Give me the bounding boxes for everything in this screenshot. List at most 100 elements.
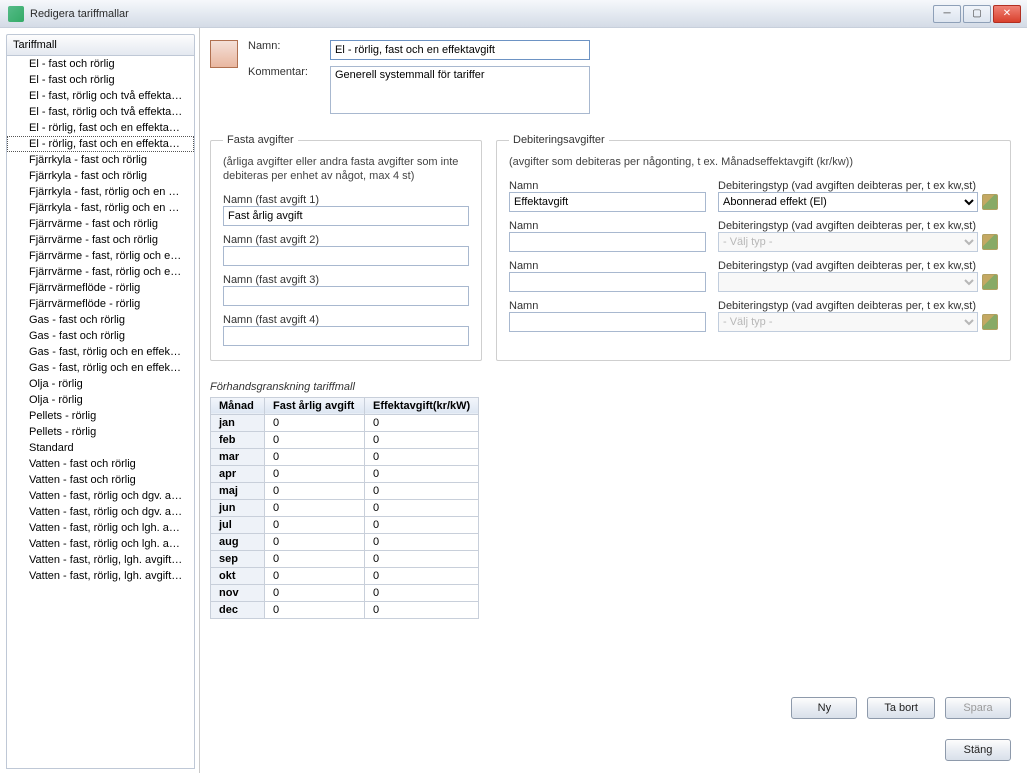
tariff-list-item[interactable]: Gas - fast, rörlig och en effekta...: [7, 360, 194, 376]
preview-month-cell: jan: [211, 414, 265, 431]
tariff-list-item[interactable]: Vatten - fast, rörlig, lgh. avgift o...: [7, 568, 194, 584]
debit-type-label: Debiteringstyp (vad avgiften deibteras p…: [718, 220, 976, 232]
tariff-list-item[interactable]: Gas - fast och rörlig: [7, 312, 194, 328]
fixed-fee2-input[interactable]: [223, 246, 469, 266]
wand-icon[interactable]: [982, 234, 998, 250]
preview-value-cell: 0: [265, 567, 365, 584]
tariff-list-item[interactable]: El - fast, rörlig och två effektav...: [7, 104, 194, 120]
debit-type-label: Debiteringstyp (vad avgiften deibteras p…: [718, 300, 976, 312]
fixed-fee4-input[interactable]: [223, 326, 469, 346]
tariff-list-item[interactable]: Fjärrkyla - fast och rörlig: [7, 152, 194, 168]
tariff-list-item[interactable]: Fjärrvärme - fast och rörlig: [7, 216, 194, 232]
minimize-button[interactable]: ─: [933, 5, 961, 23]
preview-month-cell: mar: [211, 448, 265, 465]
new-button[interactable]: Ny: [791, 697, 857, 719]
sidebar-header[interactable]: Tariffmall: [6, 34, 195, 56]
title-bar: Redigera tariffmallar ─ ▢ ✕: [0, 0, 1027, 28]
preview-month-cell: sep: [211, 550, 265, 567]
preview-col-header[interactable]: Fast årlig avgift: [265, 397, 365, 414]
tariff-list-item[interactable]: Pellets - rörlig: [7, 424, 194, 440]
fixed-fees-desc: (årliga avgifter eller andra fasta avgif…: [223, 156, 469, 184]
tariff-list-item[interactable]: Olja - rörlig: [7, 392, 194, 408]
tariff-list-item[interactable]: Gas - fast och rörlig: [7, 328, 194, 344]
save-button[interactable]: Spara: [945, 697, 1011, 719]
fixed-fees-group: Fasta avgifter (årliga avgifter eller an…: [210, 134, 482, 361]
fixed-fee1-input[interactable]: [223, 206, 469, 226]
window-title: Redigera tariffmallar: [30, 8, 931, 20]
debit-name-input[interactable]: [509, 272, 706, 292]
close-dialog-button[interactable]: Stäng: [945, 739, 1011, 761]
tariff-list-item[interactable]: Gas - fast, rörlig och en effekta...: [7, 344, 194, 360]
debit-type-select[interactable]: Abonnerad effekt (El): [718, 192, 978, 212]
tariff-list-item[interactable]: Fjärrkyla - fast och rörlig: [7, 168, 194, 184]
preview-value-cell: 0: [365, 465, 479, 482]
tariff-list-item[interactable]: Vatten - fast, rörlig och dgv. av...: [7, 488, 194, 504]
wand-icon[interactable]: [982, 194, 998, 210]
preview-value-cell: 0: [365, 516, 479, 533]
close-button[interactable]: ✕: [993, 5, 1021, 23]
tariff-list-item[interactable]: Vatten - fast och rörlig: [7, 472, 194, 488]
tariff-list-item[interactable]: Fjärrvärmeflöde - rörlig: [7, 296, 194, 312]
tariff-list-item[interactable]: Vatten - fast, rörlig och dgv. av...: [7, 504, 194, 520]
name-input[interactable]: [330, 40, 590, 60]
preview-value-cell: 0: [365, 567, 479, 584]
tariff-list-item[interactable]: El - fast och rörlig: [7, 56, 194, 72]
debit-type-select[interactable]: - Välj typ -: [718, 232, 978, 252]
app-icon: [8, 6, 24, 22]
preview-value-cell: 0: [365, 533, 479, 550]
debit-name-input[interactable]: [509, 232, 706, 252]
preview-value-cell: 0: [365, 584, 479, 601]
comment-input[interactable]: Generell systemmall för tariffer: [330, 66, 590, 114]
tariff-list-item[interactable]: Vatten - fast, rörlig, lgh. avgift o...: [7, 552, 194, 568]
fixed-fee2-label: Namn (fast avgift 2): [223, 234, 319, 246]
preview-row: dec00: [211, 601, 479, 618]
tariff-list-item[interactable]: Pellets - rörlig: [7, 408, 194, 424]
debit-name-label: Namn: [509, 220, 538, 232]
preview-value-cell: 0: [265, 550, 365, 567]
fixed-fee3-input[interactable]: [223, 286, 469, 306]
debit-fee-row: Namn Debiteringstyp (vad avgiften deibter…: [509, 300, 998, 332]
debit-name-label: Namn: [509, 300, 538, 312]
preview-row: maj00: [211, 482, 479, 499]
tariff-list-item[interactable]: Olja - rörlig: [7, 376, 194, 392]
preview-month-cell: apr: [211, 465, 265, 482]
tariff-list-item[interactable]: Vatten - fast, rörlig och lgh. avgift: [7, 536, 194, 552]
tariff-list-item[interactable]: Standard: [7, 440, 194, 456]
tariff-list[interactable]: El - fast och rörligEl - fast och rörlig…: [6, 56, 195, 769]
preview-row: apr00: [211, 465, 479, 482]
preview-col-header[interactable]: Effektavgift(kr/kW): [365, 397, 479, 414]
tariff-list-item[interactable]: El - fast och rörlig: [7, 72, 194, 88]
tariff-list-item[interactable]: Fjärrvärmeflöde - rörlig: [7, 280, 194, 296]
tariff-list-item[interactable]: Fjärrvärme - fast, rörlig och en ...: [7, 248, 194, 264]
wand-icon[interactable]: [982, 314, 998, 330]
debit-name-input[interactable]: [509, 312, 706, 332]
maximize-button[interactable]: ▢: [963, 5, 991, 23]
preview-month-cell: jun: [211, 499, 265, 516]
tariff-list-item[interactable]: El - fast, rörlig och två effektav...: [7, 88, 194, 104]
preview-value-cell: 0: [265, 414, 365, 431]
preview-value-cell: 0: [365, 448, 479, 465]
preview-value-cell: 0: [265, 482, 365, 499]
tariff-list-item[interactable]: Vatten - fast, rörlig och lgh. avgift: [7, 520, 194, 536]
preview-value-cell: 0: [365, 601, 479, 618]
tariff-list-item[interactable]: Vatten - fast och rörlig: [7, 456, 194, 472]
sidebar: Tariffmall El - fast och rörligEl - fast…: [0, 28, 200, 773]
tariff-list-item[interactable]: El - rörlig, fast och en effektavgift: [7, 136, 194, 152]
tariff-list-item[interactable]: El - rörlig, fast och en effektavgift: [7, 120, 194, 136]
debit-type-select[interactable]: - Välj typ -: [718, 312, 978, 332]
preview-row: mar00: [211, 448, 479, 465]
preview-row: jun00: [211, 499, 479, 516]
preview-row: feb00: [211, 431, 479, 448]
wand-icon[interactable]: [982, 274, 998, 290]
tariff-list-item[interactable]: Fjärrkyla - fast, rörlig och en kyl...: [7, 200, 194, 216]
tariff-list-item[interactable]: Fjärrkyla - fast, rörlig och en kyl...: [7, 184, 194, 200]
preview-value-cell: 0: [365, 482, 479, 499]
tariff-list-item[interactable]: Fjärrvärme - fast, rörlig och en ...: [7, 264, 194, 280]
debit-name-input[interactable]: [509, 192, 706, 212]
delete-button[interactable]: Ta bort: [867, 697, 935, 719]
preview-value-cell: 0: [365, 550, 479, 567]
tariff-list-item[interactable]: Fjärrvärme - fast och rörlig: [7, 232, 194, 248]
preview-month-cell: nov: [211, 584, 265, 601]
preview-col-header[interactable]: Månad: [211, 397, 265, 414]
debit-type-select[interactable]: [718, 272, 978, 292]
